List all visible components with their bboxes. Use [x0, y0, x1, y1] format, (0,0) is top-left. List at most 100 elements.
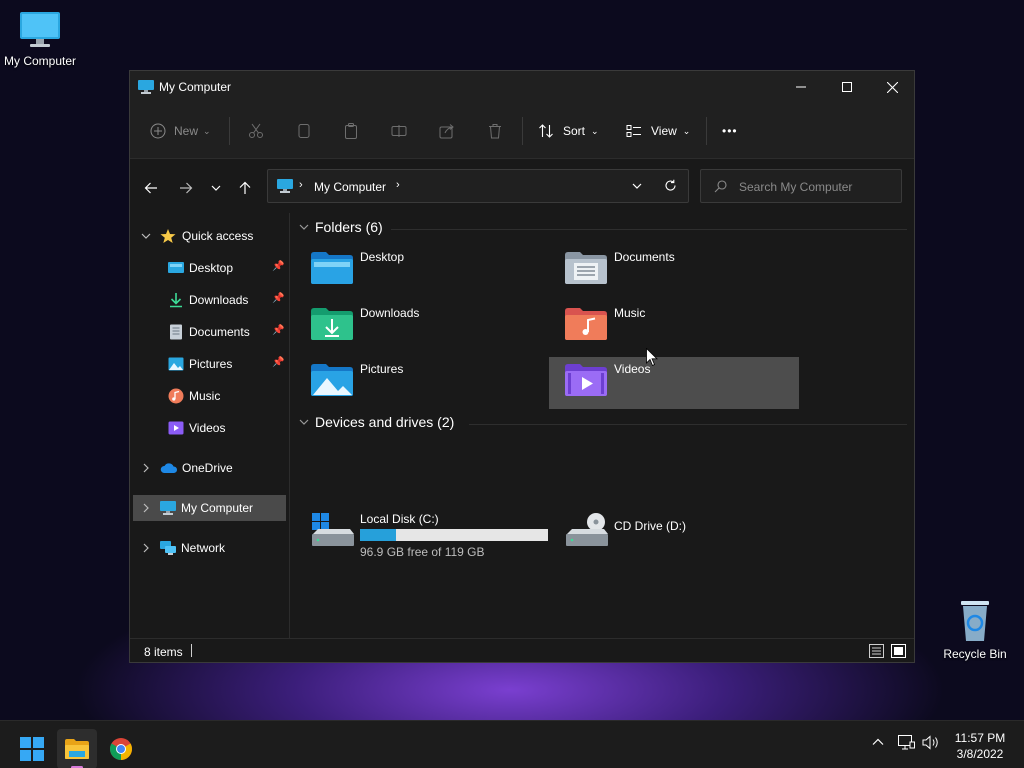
more-options-icon: ••• [722, 124, 738, 138]
folder-tile-videos-content[interactable]: Videos [556, 357, 806, 409]
plus-circle-icon [150, 123, 166, 139]
downloads-icon [170, 293, 182, 308]
folder-tile-pictures[interactable]: Pictures [302, 357, 552, 409]
drive-free-space: 96.9 GB free of 119 GB [360, 545, 485, 559]
chevron-down-icon [299, 419, 309, 425]
pin-icon: 📌 [272, 325, 285, 336]
minimize-button[interactable] [778, 71, 824, 103]
tiles-view-button[interactable] [891, 644, 906, 661]
sidebar-item-quick-access[interactable]: Quick access [133, 223, 286, 249]
file-explorer-icon [65, 739, 89, 759]
sidebar-item-network[interactable]: Network [133, 535, 286, 561]
window-title: My Computer [159, 80, 232, 94]
pin-icon: 📌 [272, 261, 285, 272]
view-button[interactable]: View ⌄ [626, 117, 690, 145]
delete-button[interactable] [487, 117, 503, 145]
show-hidden-icons-button[interactable] [872, 735, 884, 751]
more-options-button[interactable]: ••• [722, 117, 738, 145]
share-icon [439, 124, 454, 139]
details-view-button[interactable] [869, 644, 884, 661]
desktop-icon-recycle-bin[interactable]: Recycle Bin [935, 597, 1015, 661]
folder-name: Videos [614, 362, 651, 376]
chevron-right-icon [143, 543, 149, 553]
desktop-icon-my-computer[interactable]: My Computer [0, 10, 80, 68]
monitor-icon [160, 501, 176, 515]
arrow-right-icon [180, 182, 193, 194]
share-button[interactable] [439, 117, 455, 145]
refresh-icon[interactable] [664, 179, 677, 195]
content-pane: Folders (6) Desktop Documents Downloads … [291, 213, 914, 638]
chevron-right-icon [143, 503, 149, 513]
folder-tile-downloads[interactable]: Downloads [302, 301, 552, 353]
close-button[interactable] [869, 71, 915, 103]
paste-icon [345, 123, 357, 139]
sort-button[interactable]: Sort ⌄ [538, 117, 599, 145]
videos-icon [168, 421, 184, 435]
sidebar-item-my-computer[interactable]: My Computer [133, 495, 286, 521]
maximize-button[interactable] [824, 71, 870, 103]
up-button[interactable] [234, 177, 256, 199]
forward-button[interactable] [175, 177, 197, 199]
back-button[interactable] [140, 177, 162, 199]
copy-icon [298, 124, 310, 138]
arrow-left-icon [144, 182, 157, 194]
chevron-down-icon [211, 185, 221, 191]
folder-tile-music[interactable]: Music [556, 301, 806, 353]
folder-name: Downloads [360, 306, 420, 320]
network-status-button[interactable] [898, 735, 915, 753]
rename-button[interactable] [391, 117, 407, 145]
view-icon [626, 125, 641, 137]
folder-tile-desktop[interactable]: Desktop [302, 245, 552, 297]
sidebar-item-videos[interactable]: Videos [133, 415, 286, 441]
drives-group-header[interactable]: Devices and drives (2) [299, 414, 454, 430]
drive-local-disk-c[interactable]: Local Disk (C:) 96.9 GB free of 119 GB [302, 512, 552, 560]
sidebar-item-music[interactable]: Music [133, 383, 286, 409]
search-box[interactable] [700, 169, 902, 203]
folder-name: Music [614, 306, 646, 320]
downloads-folder-icon [311, 308, 353, 340]
chevron-right-icon[interactable]: › [396, 179, 400, 191]
address-history-chevron-icon[interactable] [632, 180, 642, 194]
address-bar[interactable]: › My Computer › [267, 169, 689, 203]
toolbar-divider [706, 117, 707, 145]
sidebar-item-label: Quick access [182, 229, 254, 243]
breadcrumb-my-computer[interactable]: My Computer [314, 180, 386, 194]
sidebar-item-pictures[interactable]: Pictures 📌 [133, 351, 286, 377]
chrome-taskbar-button[interactable] [101, 729, 141, 768]
view-label: View [651, 124, 677, 138]
clock[interactable]: 11:57 PM 3/8/2022 [944, 730, 1016, 762]
folder-name: Desktop [360, 250, 405, 264]
sidebar-item-label: Documents [189, 325, 250, 339]
search-input[interactable] [739, 178, 889, 196]
sidebar-item-label: Downloads [189, 293, 249, 307]
arrow-up-icon [239, 181, 251, 194]
item-count: 8 items [144, 645, 183, 659]
desktop-icon-label: My Computer [3, 54, 77, 68]
pictures-icon [168, 357, 184, 371]
folders-group-header[interactable]: Folders (6) [299, 219, 383, 235]
address-row: › My Computer › [130, 159, 914, 213]
pin-icon: 📌 [272, 293, 285, 304]
cut-button[interactable] [248, 117, 264, 145]
file-explorer-taskbar-button[interactable] [57, 729, 97, 768]
recent-locations-button[interactable] [205, 177, 227, 199]
folder-tile-documents[interactable]: Documents [556, 245, 806, 297]
copy-button[interactable] [296, 117, 312, 145]
new-button[interactable]: New ⌄ [150, 117, 211, 145]
toolbar-divider [229, 117, 230, 145]
start-button[interactable] [12, 729, 52, 768]
chevron-down-icon [141, 233, 151, 239]
volume-button[interactable] [922, 735, 940, 753]
sidebar-item-desktop[interactable]: Desktop 📌 [133, 255, 286, 281]
drive-usage-fill [360, 529, 396, 541]
sidebar-item-label: Desktop [189, 261, 234, 275]
folders-group-title: Folders (6) [315, 219, 383, 235]
sidebar-item-downloads[interactable]: Downloads 📌 [133, 287, 286, 313]
sidebar-item-onedrive[interactable]: OneDrive [133, 455, 286, 481]
paste-button[interactable] [343, 117, 359, 145]
sidebar-item-documents[interactable]: Documents 📌 [133, 319, 286, 345]
monitor-icon [277, 179, 293, 193]
title-bar[interactable]: My Computer [130, 71, 914, 103]
folder-name: Documents [614, 250, 675, 264]
drive-cd-drive-d[interactable]: CD Drive (D:) [556, 512, 806, 560]
